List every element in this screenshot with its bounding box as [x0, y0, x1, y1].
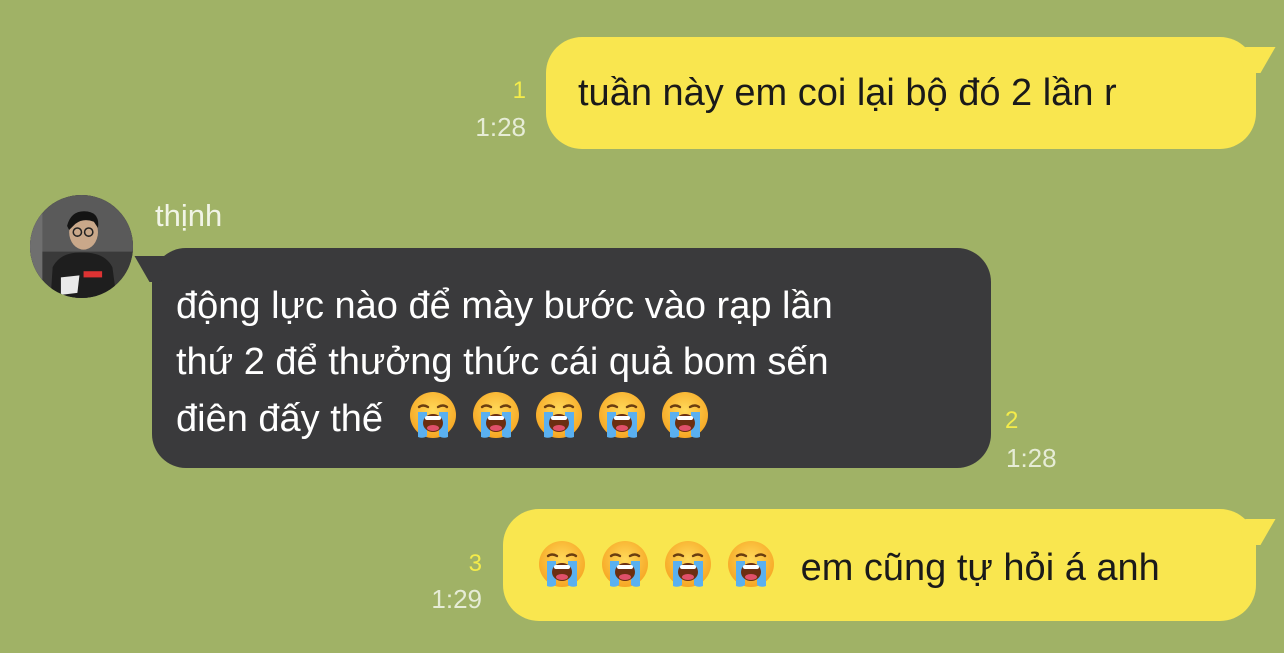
loudly-crying-face-emoji-icon: [600, 539, 650, 589]
loudly-crying-face-emoji-icon: [408, 390, 458, 440]
message-bubble-incoming-2[interactable]: động lực nào để mày bước vào rạp lần thứ…: [152, 248, 991, 468]
chat-view: 1 1:28 tuần này em coi lại bộ đó 2 lần r…: [0, 0, 1284, 653]
read-count-1: 1: [512, 77, 526, 104]
sender-name: thịnh: [155, 198, 223, 233]
emoji-group-3: [537, 541, 776, 589]
message-text-3: em cũng tự hỏi á anh: [800, 547, 1160, 589]
loudly-crying-face-emoji-icon: [597, 390, 647, 440]
message-bubble-outgoing-1[interactable]: tuần này em coi lại bộ đó 2 lần r: [546, 37, 1256, 149]
loudly-crying-face-emoji-icon: [726, 539, 776, 589]
loudly-crying-face-emoji-icon: [663, 539, 713, 589]
timestamp-1: 1:28: [475, 112, 526, 142]
loudly-crying-face-emoji-icon: [471, 390, 521, 440]
message-text-2-line-3: điên đấy thế: [176, 390, 991, 447]
avatar-photo-icon: [30, 195, 133, 298]
read-count-3: 3: [468, 550, 482, 577]
loudly-crying-face-emoji-icon: [660, 390, 710, 440]
loudly-crying-face-emoji-icon: [534, 390, 584, 440]
message-text-2-line-1: động lực nào để mày bước vào rạp lần: [176, 285, 833, 327]
timestamp-3: 1:29: [431, 584, 482, 614]
timestamp-2: 1:28: [1006, 443, 1057, 473]
sender-avatar[interactable]: [30, 195, 133, 298]
message-text-2-line-2: thứ 2 để thưởng thức cái quả bom sến: [176, 341, 829, 383]
loudly-crying-face-emoji-icon: [537, 539, 587, 589]
emoji-group-2: [408, 392, 710, 440]
read-count-2: 2: [1005, 407, 1019, 434]
message-text-2-line-3-text: điên đấy thế: [176, 398, 384, 440]
message-text-1: tuần này em coi lại bộ đó 2 lần r: [578, 72, 1117, 114]
message-bubble-outgoing-3[interactable]: em cũng tự hỏi á anh: [503, 509, 1256, 621]
